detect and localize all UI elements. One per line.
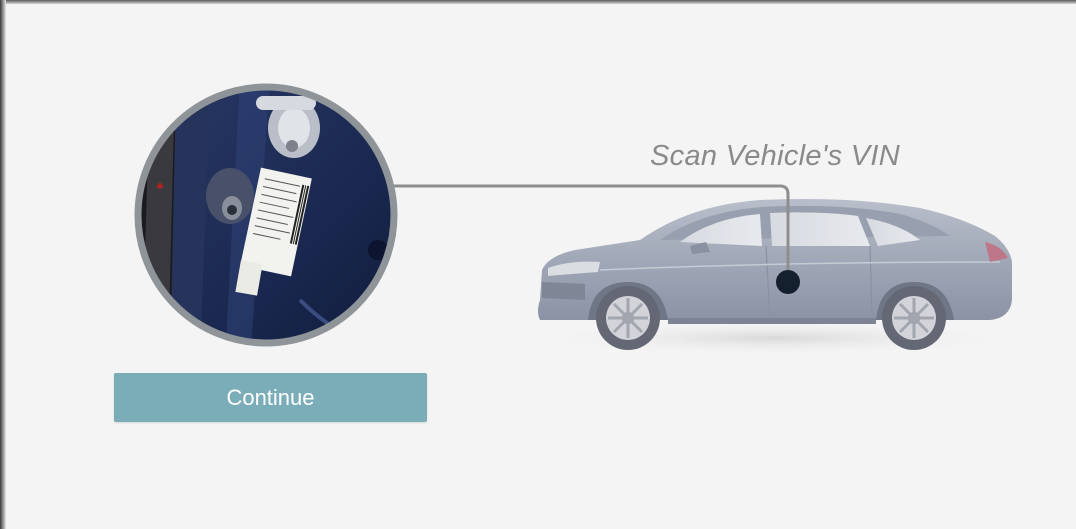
vin-marker-dot bbox=[776, 270, 800, 294]
continue-button[interactable]: Continue bbox=[114, 373, 427, 422]
scan-vin-instruction: Scan Vehicle's VIN bbox=[650, 140, 901, 172]
vin-location-illustration bbox=[134, 83, 1025, 356]
car-illustration bbox=[525, 199, 1025, 356]
vin-scan-screen: Scan Vehicle's VIN Continue bbox=[0, 0, 1076, 529]
door-jamb-magnifier bbox=[134, 83, 398, 347]
